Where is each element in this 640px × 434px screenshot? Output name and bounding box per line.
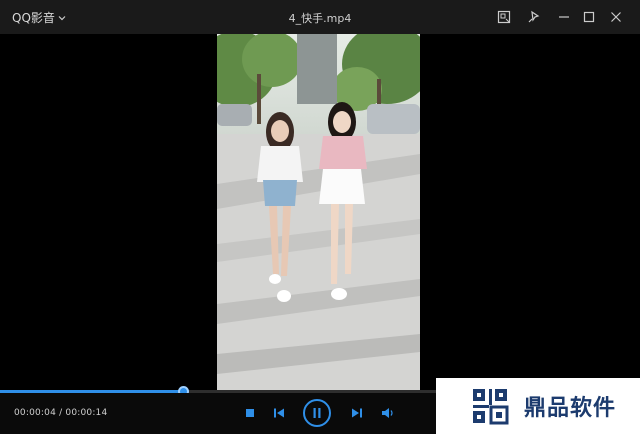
pause-button[interactable] <box>303 399 331 427</box>
app-menu-button[interactable]: QQ影音 <box>12 9 66 26</box>
time-display: 00:00:04 / 00:00:14 <box>14 408 107 418</box>
stop-icon <box>246 409 254 417</box>
previous-button[interactable] <box>272 406 286 420</box>
skip-previous-icon <box>274 408 284 418</box>
title-bar: QQ影音 4_快手.mp4 <box>0 0 640 34</box>
video-frame[interactable] <box>217 34 420 391</box>
close-icon <box>611 12 621 22</box>
volume-button[interactable] <box>380 406 396 420</box>
pause-icon <box>313 408 321 418</box>
screenshot-button[interactable] <box>496 9 512 25</box>
watermark-text: 鼎品软件 <box>524 396 617 421</box>
chevron-down-icon <box>58 15 66 20</box>
close-button[interactable] <box>608 9 624 25</box>
watermark: 鼎品软件 <box>436 378 640 434</box>
maximize-button[interactable] <box>581 9 597 25</box>
pin-icon <box>528 10 540 23</box>
app-name: QQ影音 <box>12 11 55 25</box>
minimize-icon <box>559 16 569 18</box>
next-button[interactable] <box>350 406 364 420</box>
screenshot-icon <box>497 10 511 24</box>
total-time: 00:00:14 <box>65 408 108 418</box>
current-time: 00:00:04 <box>14 408 57 418</box>
file-title: 4_快手.mp4 <box>288 12 352 25</box>
skip-next-icon <box>352 408 362 418</box>
volume-icon <box>382 408 393 418</box>
maximize-icon <box>583 11 595 23</box>
minimize-button[interactable] <box>556 9 572 25</box>
watermark-logo-icon <box>473 389 509 425</box>
stop-button[interactable] <box>244 407 256 419</box>
pin-button[interactable] <box>526 9 542 25</box>
video-scene <box>217 34 420 391</box>
